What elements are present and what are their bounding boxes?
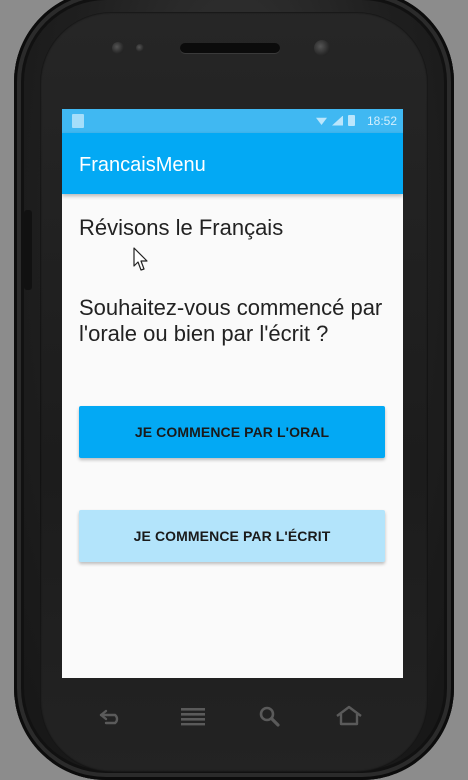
home-key[interactable]	[332, 700, 366, 732]
wifi-icon	[316, 117, 327, 125]
notification-icon	[72, 114, 84, 128]
search-icon	[259, 706, 280, 727]
status-bar: 18:52	[62, 109, 403, 133]
start-oral-button[interactable]: JE COMMENCE PAR L'ORAL	[79, 406, 385, 458]
light-sensor	[136, 44, 144, 52]
hardware-nav-keys	[78, 700, 388, 732]
app-bar: FrancaisMenu	[62, 133, 403, 194]
battery-icon	[348, 115, 355, 126]
device-screen: 18:52 FrancaisMenu Révisons le Français …	[62, 109, 403, 678]
back-key[interactable]	[94, 700, 128, 732]
search-key[interactable]	[253, 700, 287, 732]
status-icons	[316, 115, 355, 126]
side-volume-button[interactable]	[24, 210, 32, 290]
earpiece-speaker	[180, 43, 280, 53]
menu-icon	[181, 708, 205, 726]
status-time: 18:52	[366, 114, 397, 128]
app-title: FrancaisMenu	[79, 154, 206, 176]
front-camera	[314, 40, 330, 56]
menu-key[interactable]	[176, 700, 210, 732]
mouse-cursor-icon	[133, 247, 148, 271]
back-icon	[99, 709, 119, 725]
home-icon	[336, 705, 362, 726]
proximity-sensor	[112, 42, 124, 54]
signal-icon	[332, 115, 343, 126]
page-heading: Révisons le Français	[79, 215, 284, 240]
start-ecrit-button[interactable]: JE COMMENCE PAR L'ÉCRIT	[79, 510, 385, 562]
question-text: Souhaitez-vous commencé par l'orale ou b…	[79, 295, 383, 346]
